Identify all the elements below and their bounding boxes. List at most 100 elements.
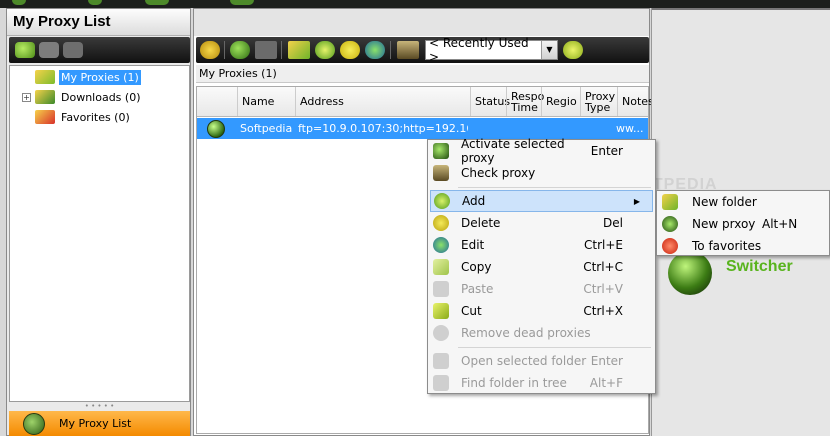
menu-item-label: Check proxy xyxy=(461,166,536,180)
menu-item-shortcut: Ctrl+C xyxy=(583,260,623,274)
column-header-region[interactable]: Regio xyxy=(541,87,580,116)
menu-item-label: Add xyxy=(462,194,486,208)
tree-item-label: My Proxies (1) xyxy=(59,69,141,85)
submenu-item-to-favorites[interactable]: To favorites xyxy=(659,235,827,257)
find-folder-icon xyxy=(433,375,449,391)
submenu-item-label: New prxoy xyxy=(692,217,756,231)
check-proxy-icon xyxy=(433,165,449,181)
menu-item-delete[interactable]: Delete Del xyxy=(430,212,653,234)
menu-separator xyxy=(458,187,651,188)
menu-item-find-folder-in-tree[interactable]: Find folder in tree Alt+F xyxy=(430,372,653,394)
tree-item-my-proxies[interactable]: My Proxies (1) xyxy=(22,68,141,86)
proxy-list-panel: My Proxy List My Proxies (1) + Downloads… xyxy=(6,8,191,436)
menu-item-remove-dead-proxies[interactable]: Remove dead proxies xyxy=(430,322,653,344)
main-toolbar: < Recently Used > ▼ xyxy=(196,36,649,64)
app-logo-icon xyxy=(668,251,712,295)
menu-item-shortcut: Enter xyxy=(590,354,623,368)
menu-item-open-selected-folder[interactable]: Open selected folder Enter xyxy=(430,350,653,372)
column-header-address[interactable]: Address xyxy=(295,87,470,116)
menu-item-cut[interactable]: Cut Ctrl+X xyxy=(430,300,653,322)
rename-folder-icon[interactable] xyxy=(39,42,59,58)
recently-used-dropdown[interactable]: < Recently Used > ▼ xyxy=(425,36,558,64)
expand-icon[interactable]: + xyxy=(22,92,31,102)
folder-globe-icon xyxy=(35,70,55,84)
table-row[interactable]: Softpedia ftp=10.9.0.107:30;http=192.168… xyxy=(197,118,648,139)
top-strip-icon xyxy=(230,0,254,5)
menu-item-shortcut: Alt+F xyxy=(589,376,623,390)
row-icon-cell xyxy=(207,118,231,139)
add-submenu: New folder New prxoy Alt+N To favorites xyxy=(656,190,830,256)
top-strip-icon xyxy=(145,0,169,5)
edit-icon[interactable] xyxy=(365,41,385,59)
submenu-item-label: To favorites xyxy=(692,239,762,253)
cell-proxy-type xyxy=(583,118,617,139)
folder-tree[interactable]: My Proxies (1) + Downloads (0) Favorites… xyxy=(9,65,190,402)
context-menu: Activate selected proxy Enter Check prox… xyxy=(427,137,656,394)
new-folder-icon xyxy=(662,194,678,210)
tools-icon[interactable] xyxy=(397,41,419,59)
app-logo-text: Switcher xyxy=(726,258,793,275)
my-proxy-list-button[interactable]: My Proxy List xyxy=(9,411,190,436)
menu-item-label: Activate selected proxy xyxy=(461,137,565,165)
cell-region xyxy=(544,118,580,139)
open-folder-icon xyxy=(433,353,449,369)
undo-icon[interactable] xyxy=(200,41,220,59)
menu-item-shortcut: Enter xyxy=(590,144,623,158)
menu-item-activate-proxy[interactable]: Activate selected proxy Enter xyxy=(430,137,653,165)
menu-item-label: Find folder in tree xyxy=(461,376,567,390)
paste-icon xyxy=(433,281,449,297)
menu-item-label: Delete xyxy=(461,216,501,230)
resize-grip[interactable]: • • • • • xyxy=(9,403,190,410)
breadcrumb: My Proxies (1) xyxy=(196,65,649,83)
add-icon xyxy=(434,193,450,209)
column-header-proxy-type[interactable]: Proxy Type xyxy=(580,87,617,116)
top-toolbar-strip xyxy=(0,0,830,8)
menu-item-check-proxy[interactable]: Check proxy xyxy=(430,162,653,184)
column-header-status[interactable]: Status xyxy=(470,87,510,116)
menu-item-shortcut: Ctrl+V xyxy=(583,282,623,296)
column-header-response-time[interactable]: Respo Time xyxy=(506,87,544,116)
recently-used-value: < Recently Used > xyxy=(429,36,529,64)
top-strip-icon xyxy=(12,0,26,5)
column-header-icon[interactable] xyxy=(197,87,237,116)
copy-icon xyxy=(433,259,449,275)
cell-response-time xyxy=(509,118,541,139)
menu-item-add[interactable]: Add ▶ xyxy=(430,190,653,212)
menu-item-label: Paste xyxy=(461,282,494,296)
submenu-item-label: New folder xyxy=(692,195,757,209)
menu-separator xyxy=(458,347,651,348)
tree-item-favorites[interactable]: Favorites (0) xyxy=(22,108,132,126)
menu-item-label: Open selected folder xyxy=(461,354,587,368)
top-strip-icon xyxy=(88,0,102,5)
tree-item-label: Downloads (0) xyxy=(61,90,141,104)
menu-item-paste[interactable]: Paste Ctrl+V xyxy=(430,278,653,300)
tree-item-downloads[interactable]: + Downloads (0) xyxy=(22,88,143,106)
column-header-notes[interactable]: Notes xyxy=(617,87,654,116)
submenu-item-new-folder[interactable]: New folder xyxy=(659,191,827,213)
app-window: My Proxy List My Proxies (1) + Downloads… xyxy=(0,0,830,436)
proxy-list-icon xyxy=(23,412,45,435)
new-folder-icon[interactable] xyxy=(288,41,310,59)
cell-status xyxy=(473,118,506,139)
play-icon[interactable] xyxy=(230,41,250,59)
download-folder-icon xyxy=(35,90,55,104)
submenu-arrow-icon: ▶ xyxy=(633,196,640,206)
menu-item-copy[interactable]: Copy Ctrl+C xyxy=(430,256,653,278)
menu-item-edit[interactable]: Edit Ctrl+E xyxy=(430,234,653,256)
chevron-down-icon[interactable]: ▼ xyxy=(541,41,557,59)
menu-item-shortcut: Del xyxy=(603,216,623,230)
new-proxy-icon xyxy=(662,216,678,232)
menu-item-label: Edit xyxy=(461,238,485,252)
add-proxy-icon[interactable] xyxy=(315,41,335,59)
menu-item-label: Remove dead proxies xyxy=(461,326,591,340)
delete-folder-icon[interactable] xyxy=(63,42,83,58)
column-header-name[interactable]: Name xyxy=(237,87,295,116)
submenu-item-new-proxy[interactable]: New prxoy Alt+N xyxy=(659,213,827,235)
delete-icon[interactable] xyxy=(255,41,277,59)
remove-icon[interactable] xyxy=(340,41,360,59)
add-folder-icon[interactable] xyxy=(15,42,35,58)
favorites-folder-icon xyxy=(35,110,55,124)
delete-icon xyxy=(433,215,449,231)
menu-item-label: Cut xyxy=(461,304,482,318)
chat-icon[interactable] xyxy=(563,41,583,59)
